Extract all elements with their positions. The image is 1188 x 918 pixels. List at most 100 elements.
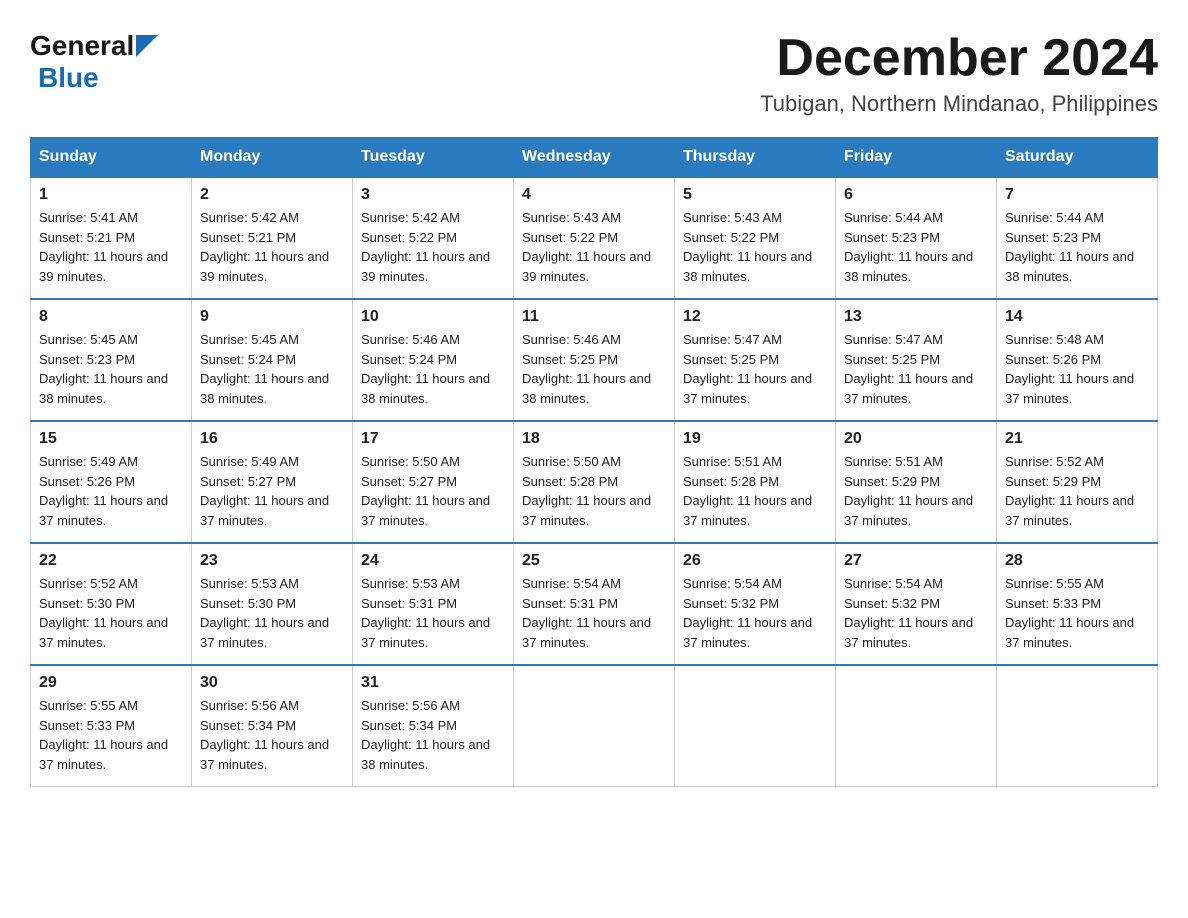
cell-day-number: 5 [683,186,827,204]
calendar-cell [675,665,836,787]
calendar-header-monday: Monday [192,138,353,178]
calendar-cell [836,665,997,787]
cell-info: Sunrise: 5:51 AM Sunset: 5:28 PM Dayligh… [683,452,827,530]
calendar-week-row: 8 Sunrise: 5:45 AM Sunset: 5:23 PM Dayli… [31,299,1158,421]
cell-day-number: 12 [683,308,827,326]
calendar-week-row: 15 Sunrise: 5:49 AM Sunset: 5:26 PM Dayl… [31,421,1158,543]
cell-info: Sunrise: 5:54 AM Sunset: 5:32 PM Dayligh… [683,574,827,652]
cell-info: Sunrise: 5:50 AM Sunset: 5:28 PM Dayligh… [522,452,666,530]
cell-day-number: 7 [1005,186,1149,204]
cell-day-number: 21 [1005,430,1149,448]
cell-day-number: 8 [39,308,183,326]
calendar-cell: 1 Sunrise: 5:41 AM Sunset: 5:21 PM Dayli… [31,177,192,299]
cell-day-number: 15 [39,430,183,448]
calendar-cell [514,665,675,787]
cell-info: Sunrise: 5:44 AM Sunset: 5:23 PM Dayligh… [844,208,988,286]
location-subtitle: Tubigan, Northern Mindanao, Philippines [760,91,1158,117]
calendar-cell: 11 Sunrise: 5:46 AM Sunset: 5:25 PM Dayl… [514,299,675,421]
cell-info: Sunrise: 5:50 AM Sunset: 5:27 PM Dayligh… [361,452,505,530]
cell-info: Sunrise: 5:56 AM Sunset: 5:34 PM Dayligh… [200,696,344,774]
calendar-cell: 12 Sunrise: 5:47 AM Sunset: 5:25 PM Dayl… [675,299,836,421]
logo-arrow-icon [136,35,158,57]
calendar-header-row: SundayMondayTuesdayWednesdayThursdayFrid… [31,138,1158,178]
calendar-header-sunday: Sunday [31,138,192,178]
calendar-cell: 29 Sunrise: 5:55 AM Sunset: 5:33 PM Dayl… [31,665,192,787]
cell-info: Sunrise: 5:47 AM Sunset: 5:25 PM Dayligh… [844,330,988,408]
cell-info: Sunrise: 5:46 AM Sunset: 5:25 PM Dayligh… [522,330,666,408]
cell-info: Sunrise: 5:45 AM Sunset: 5:23 PM Dayligh… [39,330,183,408]
cell-day-number: 23 [200,552,344,570]
cell-info: Sunrise: 5:43 AM Sunset: 5:22 PM Dayligh… [522,208,666,286]
cell-info: Sunrise: 5:44 AM Sunset: 5:23 PM Dayligh… [1005,208,1149,286]
calendar-cell: 16 Sunrise: 5:49 AM Sunset: 5:27 PM Dayl… [192,421,353,543]
calendar-cell: 3 Sunrise: 5:42 AM Sunset: 5:22 PM Dayli… [353,177,514,299]
cell-info: Sunrise: 5:56 AM Sunset: 5:34 PM Dayligh… [361,696,505,774]
cell-info: Sunrise: 5:41 AM Sunset: 5:21 PM Dayligh… [39,208,183,286]
cell-day-number: 3 [361,186,505,204]
page-header: General Blue December 2024 Tubigan, Nort… [30,30,1158,117]
cell-info: Sunrise: 5:46 AM Sunset: 5:24 PM Dayligh… [361,330,505,408]
month-title: December 2024 [760,30,1158,87]
calendar-cell: 20 Sunrise: 5:51 AM Sunset: 5:29 PM Dayl… [836,421,997,543]
calendar-cell: 24 Sunrise: 5:53 AM Sunset: 5:31 PM Dayl… [353,543,514,665]
cell-info: Sunrise: 5:55 AM Sunset: 5:33 PM Dayligh… [39,696,183,774]
cell-info: Sunrise: 5:53 AM Sunset: 5:31 PM Dayligh… [361,574,505,652]
calendar-cell: 21 Sunrise: 5:52 AM Sunset: 5:29 PM Dayl… [997,421,1158,543]
cell-day-number: 2 [200,186,344,204]
cell-info: Sunrise: 5:47 AM Sunset: 5:25 PM Dayligh… [683,330,827,408]
calendar-table: SundayMondayTuesdayWednesdayThursdayFrid… [30,137,1158,787]
calendar-cell: 25 Sunrise: 5:54 AM Sunset: 5:31 PM Dayl… [514,543,675,665]
calendar-header-tuesday: Tuesday [353,138,514,178]
cell-day-number: 20 [844,430,988,448]
calendar-header-thursday: Thursday [675,138,836,178]
calendar-cell: 2 Sunrise: 5:42 AM Sunset: 5:21 PM Dayli… [192,177,353,299]
cell-day-number: 27 [844,552,988,570]
logo-general-text: General [30,30,134,62]
cell-info: Sunrise: 5:48 AM Sunset: 5:26 PM Dayligh… [1005,330,1149,408]
calendar-cell: 10 Sunrise: 5:46 AM Sunset: 5:24 PM Dayl… [353,299,514,421]
cell-info: Sunrise: 5:52 AM Sunset: 5:30 PM Dayligh… [39,574,183,652]
calendar-week-row: 1 Sunrise: 5:41 AM Sunset: 5:21 PM Dayli… [31,177,1158,299]
calendar-cell: 23 Sunrise: 5:53 AM Sunset: 5:30 PM Dayl… [192,543,353,665]
calendar-cell [997,665,1158,787]
calendar-cell: 14 Sunrise: 5:48 AM Sunset: 5:26 PM Dayl… [997,299,1158,421]
calendar-cell: 27 Sunrise: 5:54 AM Sunset: 5:32 PM Dayl… [836,543,997,665]
cell-info: Sunrise: 5:49 AM Sunset: 5:27 PM Dayligh… [200,452,344,530]
cell-day-number: 14 [1005,308,1149,326]
cell-day-number: 25 [522,552,666,570]
calendar-cell: 28 Sunrise: 5:55 AM Sunset: 5:33 PM Dayl… [997,543,1158,665]
cell-day-number: 30 [200,674,344,692]
calendar-week-row: 22 Sunrise: 5:52 AM Sunset: 5:30 PM Dayl… [31,543,1158,665]
cell-info: Sunrise: 5:45 AM Sunset: 5:24 PM Dayligh… [200,330,344,408]
cell-info: Sunrise: 5:49 AM Sunset: 5:26 PM Dayligh… [39,452,183,530]
cell-info: Sunrise: 5:51 AM Sunset: 5:29 PM Dayligh… [844,452,988,530]
cell-day-number: 26 [683,552,827,570]
cell-day-number: 22 [39,552,183,570]
calendar-cell: 4 Sunrise: 5:43 AM Sunset: 5:22 PM Dayli… [514,177,675,299]
cell-info: Sunrise: 5:42 AM Sunset: 5:21 PM Dayligh… [200,208,344,286]
cell-info: Sunrise: 5:43 AM Sunset: 5:22 PM Dayligh… [683,208,827,286]
calendar-header-wednesday: Wednesday [514,138,675,178]
calendar-cell: 18 Sunrise: 5:50 AM Sunset: 5:28 PM Dayl… [514,421,675,543]
calendar-cell: 8 Sunrise: 5:45 AM Sunset: 5:23 PM Dayli… [31,299,192,421]
calendar-header-saturday: Saturday [997,138,1158,178]
cell-day-number: 4 [522,186,666,204]
cell-day-number: 11 [522,308,666,326]
calendar-cell: 31 Sunrise: 5:56 AM Sunset: 5:34 PM Dayl… [353,665,514,787]
cell-day-number: 31 [361,674,505,692]
cell-day-number: 13 [844,308,988,326]
calendar-cell: 5 Sunrise: 5:43 AM Sunset: 5:22 PM Dayli… [675,177,836,299]
calendar-cell: 13 Sunrise: 5:47 AM Sunset: 5:25 PM Dayl… [836,299,997,421]
calendar-cell: 19 Sunrise: 5:51 AM Sunset: 5:28 PM Dayl… [675,421,836,543]
calendar-cell: 17 Sunrise: 5:50 AM Sunset: 5:27 PM Dayl… [353,421,514,543]
logo: General Blue [30,30,158,94]
cell-info: Sunrise: 5:42 AM Sunset: 5:22 PM Dayligh… [361,208,505,286]
cell-day-number: 10 [361,308,505,326]
cell-info: Sunrise: 5:54 AM Sunset: 5:31 PM Dayligh… [522,574,666,652]
cell-day-number: 18 [522,430,666,448]
cell-day-number: 24 [361,552,505,570]
cell-day-number: 16 [200,430,344,448]
calendar-header-friday: Friday [836,138,997,178]
calendar-cell: 30 Sunrise: 5:56 AM Sunset: 5:34 PM Dayl… [192,665,353,787]
cell-day-number: 1 [39,186,183,204]
